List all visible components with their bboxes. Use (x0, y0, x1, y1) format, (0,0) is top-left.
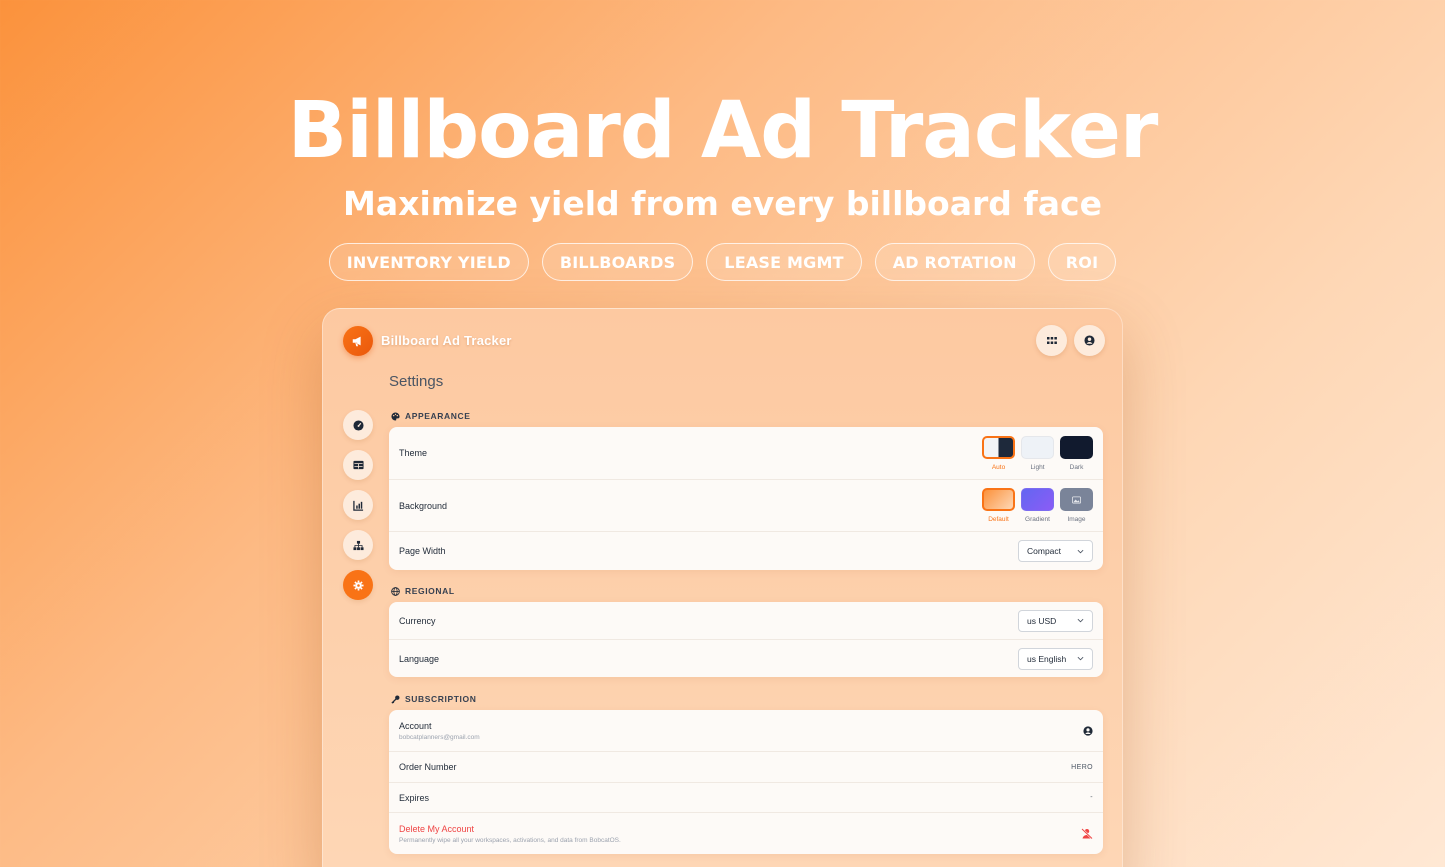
table-icon (352, 460, 364, 470)
appearance-card: Theme Auto Light Dark Background Default… (389, 427, 1103, 570)
language-row: Language us English (389, 639, 1103, 677)
background-label: Background (399, 500, 448, 511)
theme-row: Theme Auto Light Dark (389, 427, 1103, 479)
background-default-label: Default (988, 516, 1009, 523)
dashboard-gauge-icon (352, 419, 364, 431)
page-title: Settings (389, 373, 444, 390)
key-icon (391, 695, 400, 704)
chevron-down-icon (1077, 656, 1084, 661)
sidebar (343, 410, 373, 610)
user-circle-icon (1084, 335, 1095, 346)
background-image-swatch[interactable] (1060, 488, 1093, 511)
regional-heading-text: REGIONAL (405, 586, 455, 596)
background-option-gradient[interactable]: Gradient (1021, 488, 1054, 523)
hero-title: Billboard Ad Tracker (287, 86, 1159, 176)
theme-option-dark[interactable]: Dark (1060, 435, 1093, 471)
hierarchy-icon (352, 540, 364, 550)
account-label: Account (399, 720, 432, 731)
page-width-label: Page Width (399, 546, 446, 556)
currency-label: Currency (399, 615, 436, 626)
chevron-down-icon (1077, 549, 1084, 553)
account-row: Account bobcatplanners@gmail.com (389, 710, 1103, 751)
theme-light-swatch[interactable] (1021, 435, 1054, 459)
background-row: Background Default Gradient Image (389, 479, 1103, 531)
order-number-row: Order Number HERO (389, 751, 1103, 782)
subscription-heading-text: SUBSCRIPTION (405, 694, 477, 704)
theme-auto-swatch[interactable] (982, 435, 1015, 459)
currency-row: Currency us USD (389, 602, 1103, 639)
theme-auto-label: Auto (991, 463, 1006, 471)
language-label: Language (399, 653, 440, 664)
palette-icon (391, 411, 400, 421)
grid-icon (1046, 336, 1057, 344)
theme-option-light[interactable]: Light (1021, 435, 1054, 471)
tag-inventory-yield: INVENTORY YIELD (328, 243, 529, 281)
globe-icon (391, 586, 400, 596)
apps-grid-button[interactable] (1036, 325, 1067, 356)
background-option-image[interactable]: Image (1060, 488, 1093, 523)
tag-billboards: BILLBOARDS (541, 243, 694, 281)
theme-light-label: Light (1030, 463, 1045, 471)
app-window: Billboard Ad Tracker Settings APPEARANCE… (322, 308, 1123, 867)
delete-account-description: Permanently wipe all your workspaces, ac… (399, 836, 621, 844)
expires-row: Expires - (389, 782, 1103, 812)
megaphone-logo-icon[interactable] (343, 326, 373, 356)
appearance-heading: APPEARANCE (391, 411, 471, 421)
language-value: us English (1027, 653, 1067, 664)
bar-chart-icon (352, 500, 363, 511)
language-select[interactable]: us English (1018, 647, 1093, 670)
background-gradient-label: Gradient (1025, 516, 1050, 523)
theme-label: Theme (399, 448, 428, 458)
theme-dark-label: Dark (1069, 463, 1084, 471)
page-width-value: Compact (1027, 546, 1062, 556)
appearance-heading-text: APPEARANCE (405, 411, 471, 421)
theme-option-auto[interactable]: Auto (982, 435, 1015, 471)
page-width-row: Page Width Compact (389, 531, 1103, 570)
user-circle-icon[interactable] (1083, 725, 1093, 736)
currency-select[interactable]: us USD (1018, 609, 1093, 632)
sidebar-item-table[interactable] (343, 450, 373, 480)
delete-account-row[interactable]: Delete My Account Permanently wipe all y… (389, 812, 1103, 854)
user-profile-button[interactable] (1074, 325, 1105, 356)
expires-label: Expires (399, 792, 430, 803)
regional-card: Currency us USD Language us English (389, 602, 1103, 677)
delete-account-label[interactable]: Delete My Account (399, 824, 621, 834)
gear-icon (352, 579, 364, 591)
tag-lease-mgmt: LEASE MGMT (706, 243, 862, 281)
background-options: Default Gradient Image (982, 488, 1093, 523)
expires-value: - (1090, 794, 1093, 801)
order-number-label: Order Number (399, 762, 457, 772)
theme-dark-swatch[interactable] (1060, 435, 1093, 459)
sidebar-item-hierarchy[interactable] (343, 530, 373, 560)
image-icon (1072, 495, 1081, 504)
subscription-heading: SUBSCRIPTION (391, 694, 476, 704)
page-width-select[interactable]: Compact (1018, 540, 1093, 562)
tag-roi: ROI (1047, 243, 1117, 281)
subscription-card: Account bobcatplanners@gmail.com Order N… (389, 710, 1103, 854)
background-gradient-swatch[interactable] (1021, 488, 1054, 511)
sidebar-item-settings[interactable] (343, 570, 373, 600)
background-default-swatch[interactable] (982, 488, 1015, 511)
user-slash-icon[interactable] (1081, 828, 1093, 839)
tag-list: INVENTORY YIELD BILLBOARDS LEASE MGMT AD… (0, 243, 1445, 281)
regional-heading: REGIONAL (391, 586, 455, 596)
account-email: bobcatplanners@gmail.com (399, 733, 480, 741)
sidebar-item-dashboard[interactable] (343, 410, 373, 440)
order-number-value: HERO (1071, 763, 1093, 771)
theme-options: Auto Light Dark (982, 435, 1093, 471)
chevron-down-icon (1077, 618, 1084, 623)
tag-ad-rotation: AD ROTATION (874, 243, 1035, 281)
currency-value: us USD (1027, 615, 1057, 626)
background-image-label: Image (1067, 516, 1086, 523)
hero-subtitle: Maximize yield from every billboard face (343, 184, 1102, 223)
sidebar-item-chart[interactable] (343, 490, 373, 520)
background-option-default[interactable]: Default (982, 488, 1015, 523)
app-title: Billboard Ad Tracker (381, 333, 512, 348)
